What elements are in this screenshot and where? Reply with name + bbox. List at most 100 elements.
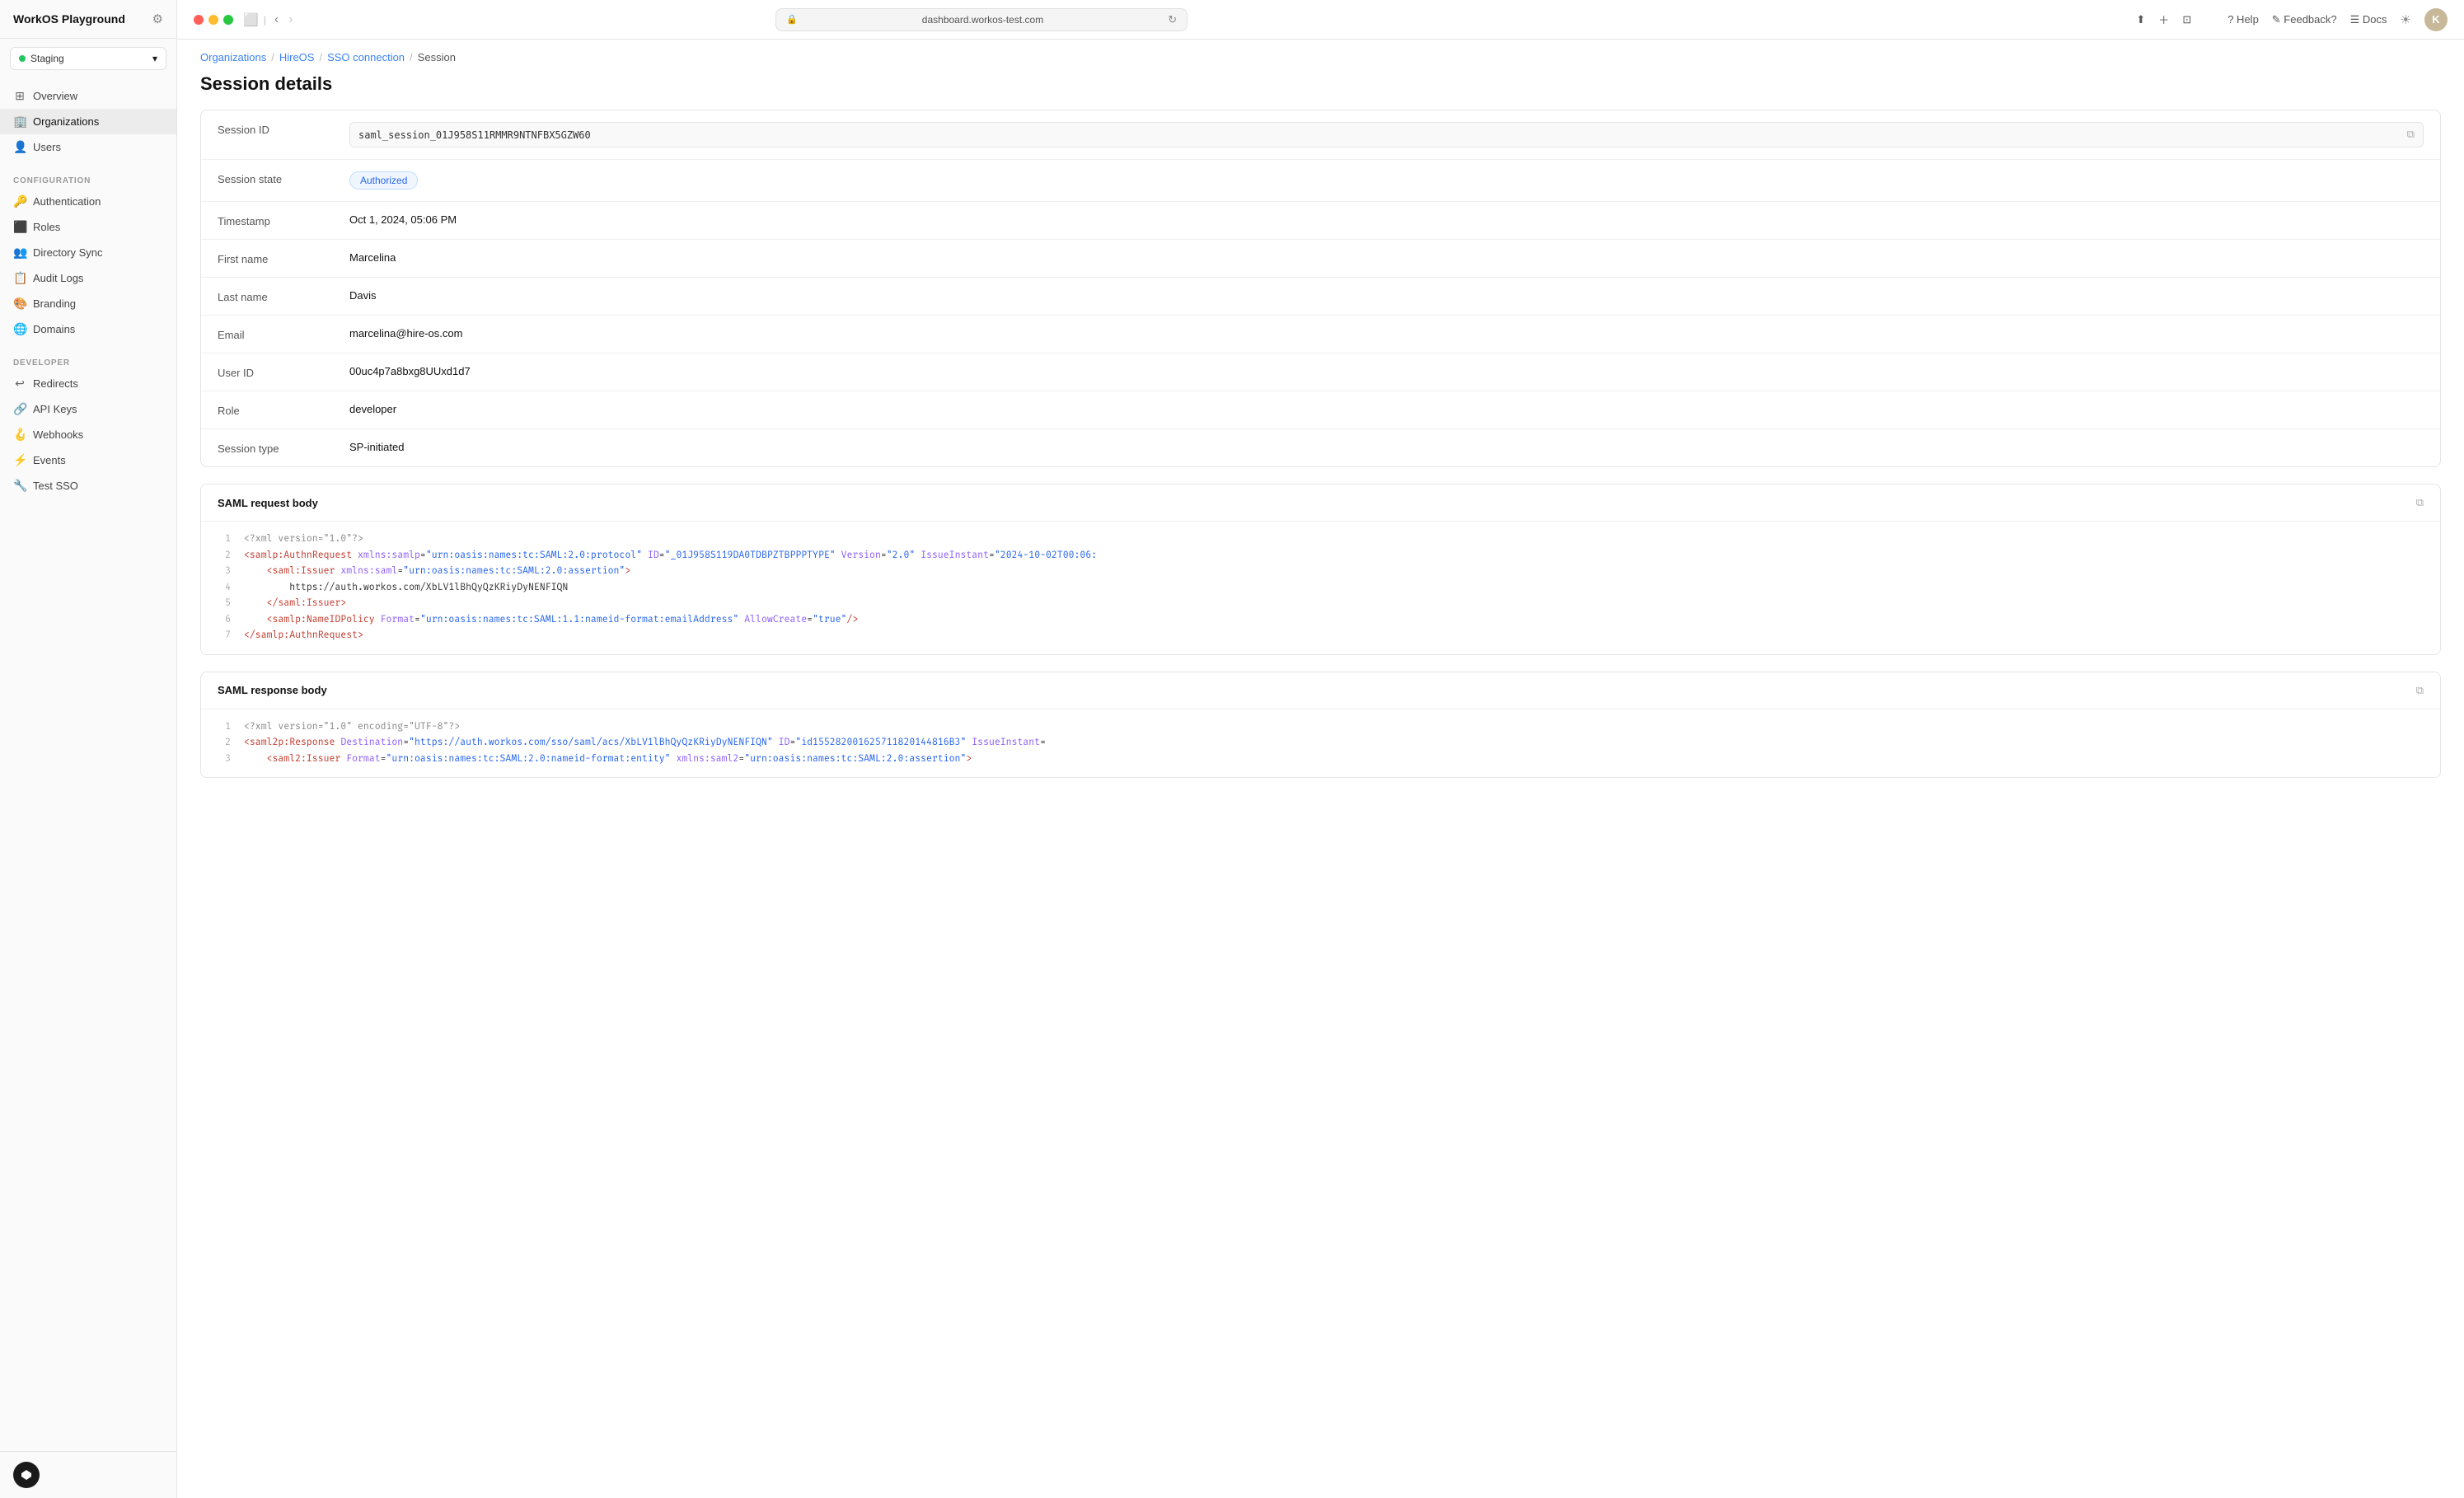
sidebar-item-directory-sync[interactable]: 👥 Directory Sync [0, 240, 176, 265]
email-value: marcelina@hire-os.com [349, 327, 2424, 339]
users-icon: 👤 [13, 140, 26, 154]
session-details-card: Session ID saml_session_01J958S11RMMR9NT… [200, 110, 2441, 467]
sidebar-item-events[interactable]: ⚡ Events [0, 447, 176, 473]
env-selector-left: Staging [19, 53, 64, 64]
sidebar-item-test-sso[interactable]: 🔧 Test SSO [0, 473, 176, 499]
sidebar-item-label: API Keys [33, 403, 77, 415]
test-sso-icon: 🔧 [13, 479, 26, 493]
session-id-label: Session ID [218, 122, 349, 136]
email-label: Email [218, 327, 349, 341]
code-line: 7 </samlp:AuthnRequest> [218, 628, 2424, 644]
breadcrumb-organizations[interactable]: Organizations [200, 51, 266, 63]
detail-row-last-name: Last name Davis [201, 278, 2440, 316]
copy-saml-response-icon[interactable]: ⧉ [2416, 684, 2424, 697]
last-name-label: Last name [218, 289, 349, 303]
saml-response-body: 1 <?xml version="1.0" encoding="UTF-8"?>… [201, 709, 2440, 778]
sidebar-item-overview[interactable]: ⊞ Overview [0, 83, 176, 109]
sidebar-item-label: Test SSO [33, 480, 78, 492]
breadcrumb-session: Session [418, 51, 456, 63]
webhooks-icon: 🪝 [13, 428, 26, 442]
sidebar-item-users[interactable]: 👤 Users [0, 134, 176, 160]
session-type-value: SP-initiated [349, 441, 2424, 453]
session-state-value: Authorized [349, 171, 2424, 190]
code-line: 1 <?xml version="1.0" encoding="UTF-8"?> [218, 719, 2424, 736]
forward-button[interactable]: › [285, 11, 296, 29]
sidebar-item-branding[interactable]: 🎨 Branding [0, 291, 176, 316]
sidebar-item-label: Branding [33, 297, 76, 310]
sidebar-item-audit-logs[interactable]: 📋 Audit Logs [0, 265, 176, 291]
events-icon: ⚡ [13, 453, 26, 467]
settings-icon[interactable]: ⚙ [152, 12, 163, 26]
organizations-icon: 🏢 [13, 115, 26, 129]
sidebar-item-organizations[interactable]: 🏢 Organizations [0, 109, 176, 134]
code-line: 6 <samlp:NameIDPolicy Format="urn:oasis:… [218, 612, 2424, 629]
code-line: 1 <?xml version="1.0"?> [218, 531, 2424, 548]
sidebar-item-redirects[interactable]: ↩ Redirects [0, 371, 176, 396]
authentication-icon: 🔑 [13, 194, 26, 208]
overview-icon: ⊞ [13, 89, 26, 103]
feedback-link[interactable]: ✎ Feedback? [2272, 13, 2337, 26]
sidebar-header: WorkOS Playground ⚙ [0, 0, 176, 39]
branding-icon: 🎨 [13, 297, 26, 311]
developer-section-label: DEVELOPER [0, 352, 176, 371]
workos-logo-icon[interactable] [13, 1462, 40, 1488]
user-id-label: User ID [218, 365, 349, 379]
help-link[interactable]: ? Help [2227, 13, 2259, 26]
session-state-label: Session state [218, 171, 349, 185]
api-keys-icon: 🔗 [13, 402, 26, 416]
nav-top-section: ⊞ Overview 🏢 Organizations 👤 Users [0, 78, 176, 165]
code-line: 3 <saml:Issuer xmlns:saml="urn:oasis:nam… [218, 564, 2424, 580]
topbar-left: ⬜ | ‹ › [194, 11, 296, 29]
separator: | [264, 14, 266, 26]
breadcrumb-hireos[interactable]: HireOS [279, 51, 315, 63]
saml-response-header: SAML response body ⧉ [201, 672, 2440, 709]
sidebar-item-authentication[interactable]: 🔑 Authentication [0, 189, 176, 214]
sidebar-item-label: Domains [33, 323, 75, 335]
code-line: 2 <saml2p:Response Destination="https://… [218, 735, 2424, 751]
breadcrumb: Organizations / HireOS / SSO connection … [200, 51, 456, 63]
breadcrumb-bar: Organizations / HireOS / SSO connection … [177, 40, 2464, 63]
copy-saml-request-icon[interactable]: ⧉ [2416, 496, 2424, 509]
sidebar-item-domains[interactable]: 🌐 Domains [0, 316, 176, 342]
docs-link[interactable]: ☰ Docs [2350, 13, 2387, 26]
detail-row-first-name: First name Marcelina [201, 240, 2440, 278]
share-icon[interactable]: ⬆ [2136, 13, 2145, 26]
theme-toggle-icon[interactable]: ☀ [2401, 12, 2411, 27]
topbar-actions: ⬆ ＋ ⊡ ? Help ✎ Feedback? ☰ Docs ☀ K [2136, 8, 2448, 31]
reload-icon[interactable]: ↻ [1168, 13, 1177, 26]
sidebar-item-api-keys[interactable]: 🔗 API Keys [0, 396, 176, 422]
sidebar-item-roles[interactable]: ⬛ Roles [0, 214, 176, 240]
timestamp-label: Timestamp [218, 213, 349, 227]
session-type-label: Session type [218, 441, 349, 455]
config-section-label: CONFIGURATION [0, 170, 176, 189]
back-button[interactable]: ‹ [271, 11, 282, 29]
minimize-button[interactable] [208, 15, 218, 25]
detail-row-timestamp: Timestamp Oct 1, 2024, 05:06 PM [201, 202, 2440, 240]
env-selector[interactable]: Staging ▾ [10, 47, 166, 70]
nav-developer-section: DEVELOPER ↩ Redirects 🔗 API Keys 🪝 Webho… [0, 347, 176, 503]
code-line: 5 </saml:Issuer> [218, 596, 2424, 612]
app-title: WorkOS Playground [13, 12, 125, 26]
new-tab-icon[interactable]: ＋ [2158, 12, 2169, 27]
address-bar[interactable]: 🔒 dashboard.workos-test.com ↻ [775, 8, 1187, 31]
first-name-label: First name [218, 251, 349, 265]
tabs-icon[interactable]: ⊡ [2182, 13, 2191, 26]
close-button[interactable] [194, 15, 204, 25]
breadcrumb-sso-connection[interactable]: SSO connection [327, 51, 405, 63]
session-id-field: saml_session_01J958S11RMMR9NTNFBX5GZW60 … [349, 122, 2424, 147]
saml-request-header: SAML request body ⧉ [201, 485, 2440, 522]
domains-icon: 🌐 [13, 322, 26, 336]
copy-session-id-icon[interactable]: ⧉ [2407, 129, 2415, 141]
redirects-icon: ↩ [13, 377, 26, 391]
last-name-value: Davis [349, 289, 2424, 302]
role-label: Role [218, 403, 349, 417]
detail-row-email: Email marcelina@hire-os.com [201, 316, 2440, 353]
sidebar-toggle-icon[interactable]: ⬜ [243, 12, 259, 27]
audit-logs-icon: 📋 [13, 271, 26, 285]
sidebar-item-webhooks[interactable]: 🪝 Webhooks [0, 422, 176, 447]
saml-request-body: 1 <?xml version="1.0"?> 2 <samlp:AuthnRe… [201, 522, 2440, 654]
user-avatar[interactable]: K [2424, 8, 2448, 31]
url-text: dashboard.workos-test.com [803, 14, 1163, 26]
maximize-button[interactable] [223, 15, 233, 25]
window-controls [194, 15, 233, 25]
